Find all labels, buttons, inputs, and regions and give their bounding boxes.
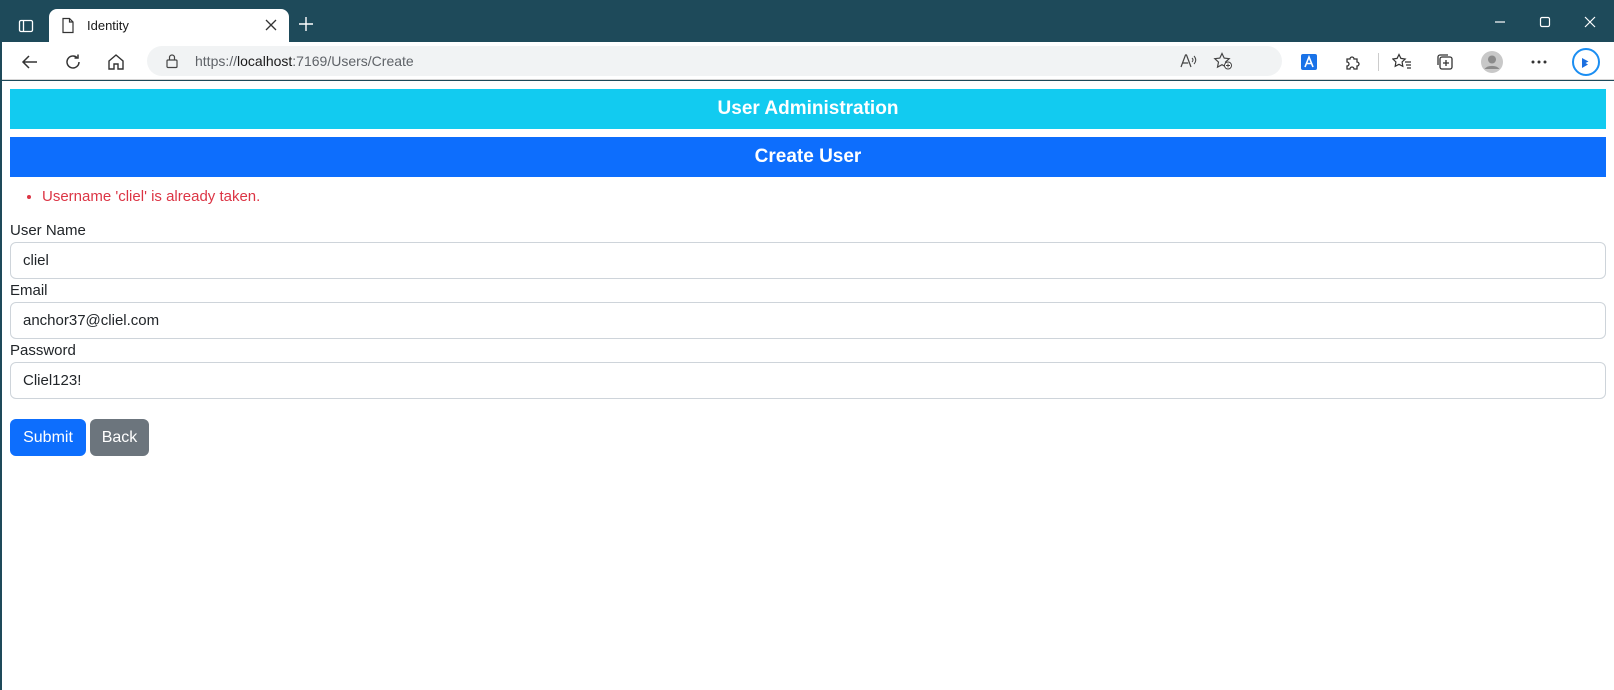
username-field[interactable]: [10, 242, 1606, 279]
back-button[interactable]: Back: [90, 419, 149, 456]
favorites-icon[interactable]: [1390, 50, 1414, 74]
page-title: Create User: [10, 137, 1606, 177]
star-add-icon[interactable]: [1212, 50, 1234, 72]
close-icon[interactable]: [263, 17, 279, 33]
window-close-icon[interactable]: [1579, 11, 1601, 33]
page-icon: [61, 17, 75, 34]
email-label: Email: [10, 282, 48, 299]
minimize-icon[interactable]: [1489, 11, 1511, 33]
sidebar-icon[interactable]: [13, 13, 39, 39]
validation-summary: Username 'cliel' is already taken.: [42, 188, 260, 205]
collections-icon[interactable]: [1433, 50, 1457, 74]
page-content: User Administration Create User Username…: [2, 81, 1614, 690]
refresh-icon[interactable]: [61, 50, 85, 74]
title-bar: Identity: [1, 1, 1614, 42]
puzzle-icon[interactable]: [1341, 50, 1365, 74]
browser-toolbar: https://localhost:7169/Users/Create: [2, 42, 1614, 80]
bing-icon[interactable]: [1570, 46, 1602, 78]
lock-icon[interactable]: [165, 53, 179, 69]
admin-banner: User Administration: [10, 89, 1606, 129]
address-bar[interactable]: https://localhost:7169/Users/Create: [147, 46, 1282, 76]
arrow-left-icon[interactable]: [18, 50, 42, 74]
tab-title: Identity: [87, 18, 129, 33]
email-field[interactable]: [10, 302, 1606, 339]
browser-tab[interactable]: Identity: [49, 9, 289, 42]
url-host: localhost: [237, 53, 293, 69]
read-aloud-icon[interactable]: [1177, 50, 1199, 72]
submit-button[interactable]: Submit: [10, 419, 86, 456]
plus-icon[interactable]: [296, 14, 316, 34]
error-message: Username 'cliel' is already taken.: [42, 188, 260, 205]
toolbar-divider: [1378, 53, 1379, 71]
url-scheme: https://: [195, 53, 238, 69]
more-icon[interactable]: [1527, 50, 1551, 74]
maximize-icon[interactable]: [1534, 11, 1556, 33]
username-label: User Name: [10, 222, 86, 239]
browser-window: Identity https://localhost:7169/Users/Cr…: [0, 0, 1614, 690]
home-icon[interactable]: [104, 50, 128, 74]
password-field[interactable]: [10, 362, 1606, 399]
url-text[interactable]: https://localhost:7169/Users/Create: [195, 53, 414, 69]
password-label: Password: [10, 342, 76, 359]
url-path: :7169/Users/Create: [292, 53, 414, 69]
profile-icon[interactable]: [1480, 50, 1504, 74]
translate-icon[interactable]: [1297, 50, 1321, 74]
